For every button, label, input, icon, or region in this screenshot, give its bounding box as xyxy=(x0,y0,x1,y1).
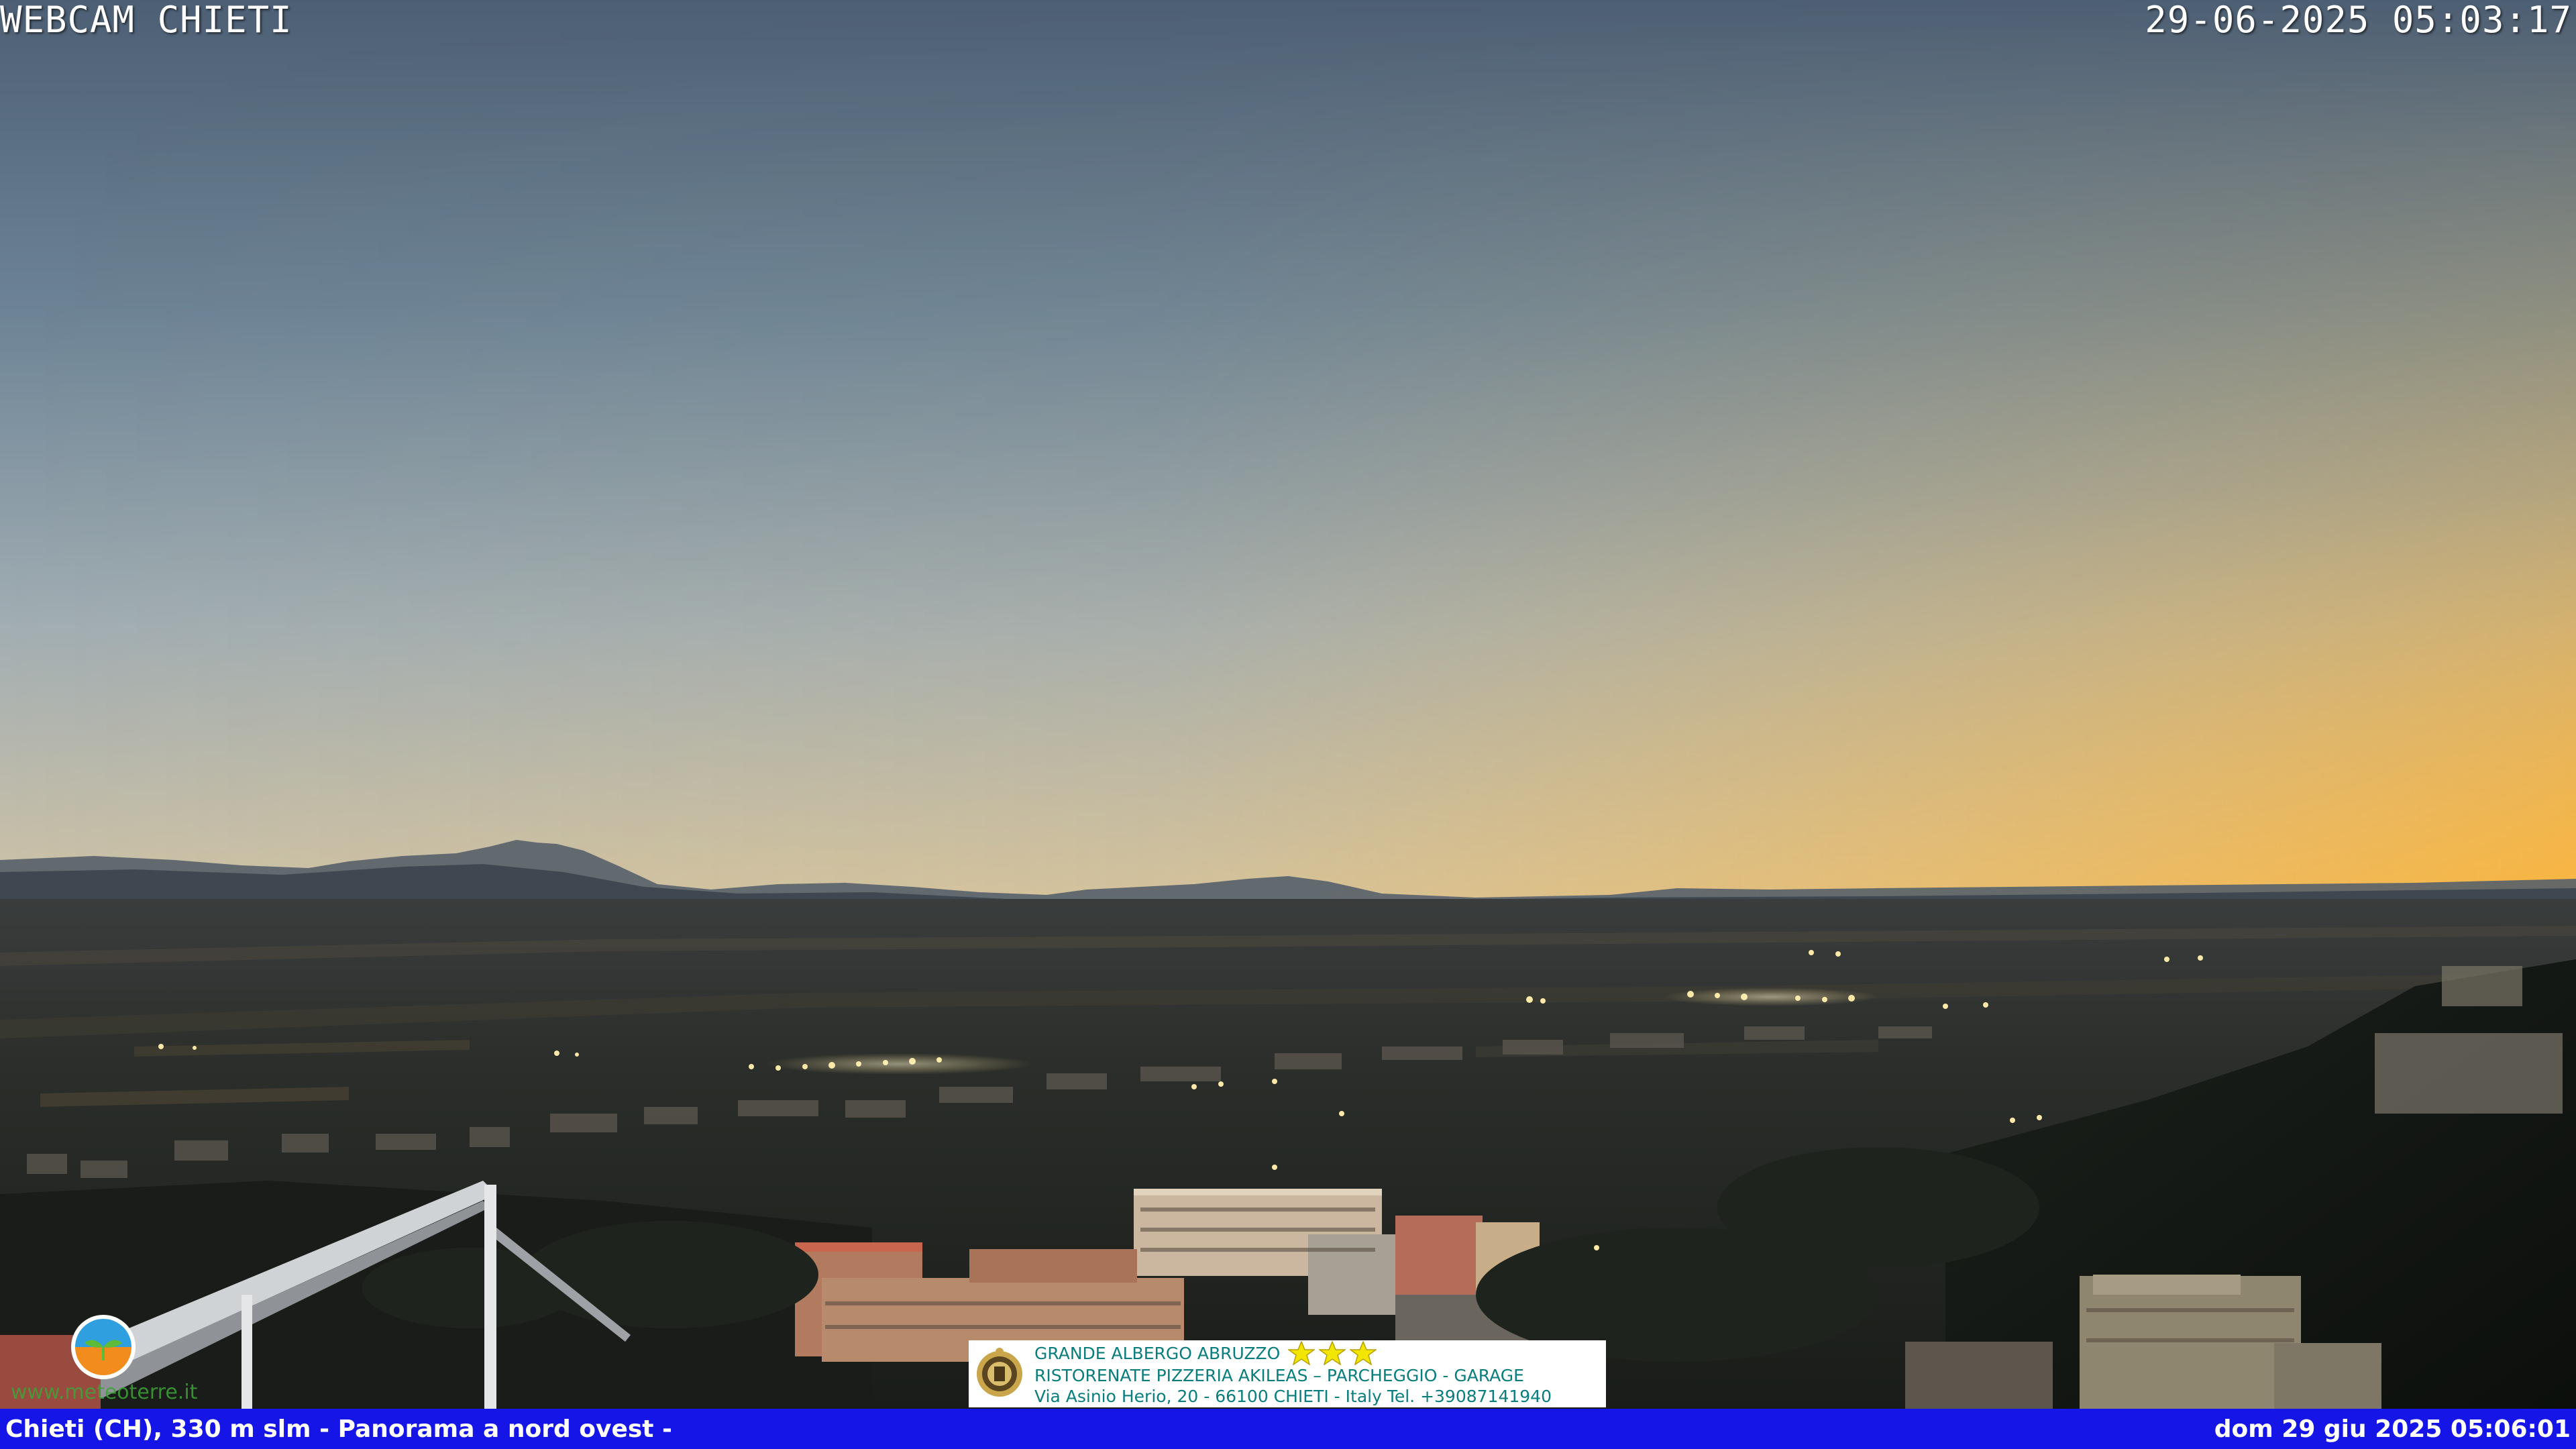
hotel-rating-stars xyxy=(1288,1341,1381,1365)
meteo-watermark-text: www.meteoterre.it xyxy=(11,1381,198,1404)
landscape-photo xyxy=(0,0,2576,1449)
webcam-frame: WEBCAM CHIETI 29-06-2025 05:03:17 www.me… xyxy=(0,0,2576,1449)
hotel-crest-icon xyxy=(977,1348,1022,1397)
hotel-advertisement: GRANDE ALBERGO ABRUZZO RISTORENATE PIZZE… xyxy=(969,1340,1606,1407)
ad-services: RISTORENATE PIZZERIA AKILEAS – PARCHEGGI… xyxy=(1034,1366,1524,1385)
meteo-logo-icon xyxy=(71,1315,136,1379)
star-icon xyxy=(1288,1341,1316,1365)
location-caption: Chieti (CH), 330 m slm - Panorama a nord… xyxy=(5,1415,672,1443)
caption-datetime: dom 29 giu 2025 05:06:01 xyxy=(2214,1415,2571,1443)
ad-hotel-name: GRANDE ALBERGO ABRUZZO xyxy=(1034,1343,1281,1363)
star-icon xyxy=(1350,1341,1377,1365)
capture-timestamp: 29-06-2025 05:03:17 xyxy=(2145,0,2572,41)
caption-bar: Chieti (CH), 330 m slm - Panorama a nord… xyxy=(0,1409,2576,1449)
ad-text-block: GRANDE ALBERGO ABRUZZO RISTORENATE PIZZE… xyxy=(1034,1341,1552,1407)
star-icon xyxy=(1319,1341,1346,1365)
ad-address: Via Asinio Herio, 20 - 66100 CHIETI - It… xyxy=(1034,1387,1552,1406)
webcam-title: WEBCAM CHIETI xyxy=(0,0,292,41)
meteo-watermark: www.meteoterre.it xyxy=(5,1313,213,1407)
